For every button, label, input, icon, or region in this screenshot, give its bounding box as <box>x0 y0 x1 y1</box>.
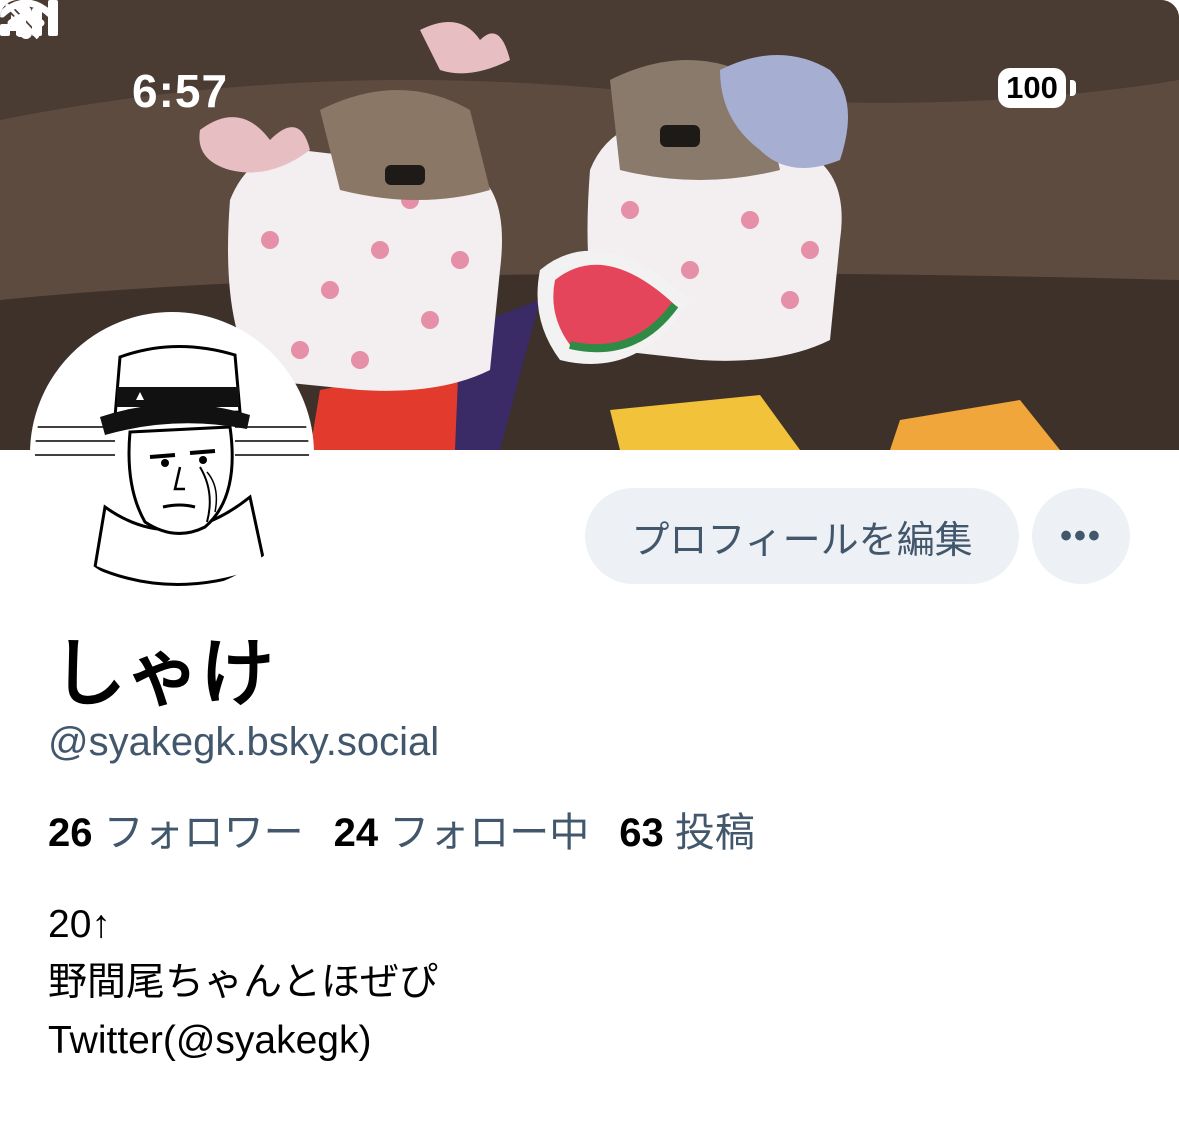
posts-stat: 63 投稿 <box>619 800 755 858</box>
profile-stats: 26 フォロワー 24 フォロー中 63 投稿 <box>48 800 755 858</box>
wifi-icon <box>0 0 52 39</box>
avatar[interactable] <box>30 312 314 596</box>
bio-line: 野間尾ちゃんとほぜぴ <box>48 960 439 1005</box>
posts-label: 投稿 <box>674 810 755 856</box>
avatar-illustration <box>35 317 309 591</box>
followers-stat[interactable]: 26 フォロワー <box>48 800 304 858</box>
following-label: フォロー中 <box>389 810 590 856</box>
bio-line: 20↑ <box>48 903 111 946</box>
following-stat[interactable]: 24 フォロー中 <box>334 800 590 858</box>
more-options-button[interactable]: ••• <box>1032 488 1130 584</box>
clock: 6:57 <box>132 65 229 117</box>
status-bar: 6:57 100 <box>0 0 1179 130</box>
edit-profile-button[interactable]: プロフィールを編集 <box>585 488 1019 584</box>
followers-label: フォロワー <box>103 810 304 856</box>
battery-tip <box>1070 80 1076 96</box>
profile-handle: @syakegk.bsky.social <box>48 720 440 764</box>
bio-line: Twitter(@syakegk) <box>48 1019 372 1062</box>
posts-count: 63 <box>619 811 664 855</box>
battery-indicator: 100 <box>998 68 1066 108</box>
profile-bio: 20↑ 野間尾ちゃんとほぜぴ Twitter(@syakegk) <box>48 896 438 1070</box>
followers-count: 26 <box>48 811 93 855</box>
display-name: しゃけ <box>52 631 274 717</box>
following-count: 24 <box>333 811 379 855</box>
